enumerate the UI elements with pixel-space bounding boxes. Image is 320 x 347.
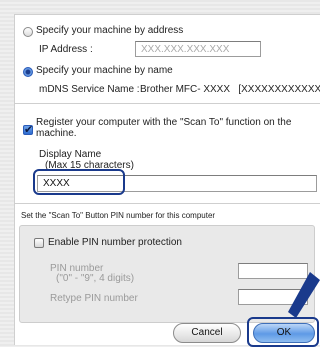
register-label-line1: Register your computer with the "Scan To…: [36, 117, 292, 128]
specify-by-address-label: Specify your machine by address: [36, 25, 184, 36]
mdns-service-name-value: Brother MFC- XXXX [XXXXXXXXXXXX]: [140, 84, 320, 95]
display-name-value: XXXX: [43, 178, 70, 189]
dialog-panel: Specify your machine by address IP Addre…: [14, 14, 320, 347]
retype-pin-label: Retype PIN number: [50, 293, 138, 304]
register-scan-to-label: Register your computer with the "Scan To…: [36, 117, 291, 139]
radio-specify-by-name[interactable]: [23, 67, 33, 77]
display-name-hint: (Max 15 characters): [45, 160, 134, 171]
pin-section-title: Set the "Scan To" Button PIN number for …: [21, 211, 216, 220]
cancel-button[interactable]: Cancel: [173, 323, 241, 343]
specify-by-name-label: Specify your machine by name: [36, 65, 173, 76]
ip-address-placeholder: XXX.XXX.XXX.XXX: [141, 44, 230, 55]
pin-number-hint: ("0" - "9", 4 digits): [56, 273, 135, 284]
ip-address-label: IP Address :: [39, 44, 93, 55]
mdns-service-name-label: mDNS Service Name :: [39, 84, 140, 95]
enable-pin-label: Enable PIN number protection: [48, 237, 182, 248]
display-name-input[interactable]: XXXX: [37, 175, 317, 192]
pointer-arrow-icon: [288, 272, 320, 318]
ok-button[interactable]: OK: [253, 323, 315, 343]
ip-address-input[interactable]: XXX.XXX.XXX.XXX: [135, 41, 261, 57]
display-name-label: Display Name: [39, 149, 102, 160]
enable-pin-checkbox[interactable]: [34, 238, 44, 248]
pin-group-box: Enable PIN number protection PIN number …: [19, 225, 315, 323]
register-scan-to-checkbox[interactable]: [23, 123, 33, 136]
register-label-line2: machine.: [36, 128, 77, 139]
radio-specify-by-address[interactable]: [23, 27, 33, 37]
divider-top: [15, 103, 320, 104]
divider-bottom: [15, 203, 320, 204]
